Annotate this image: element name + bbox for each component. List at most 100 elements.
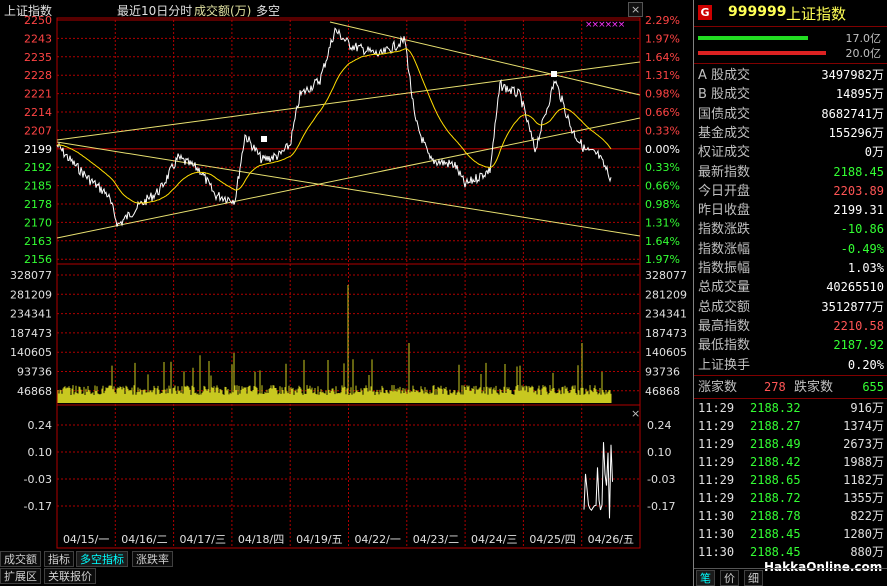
up-count-label: 涨家数 bbox=[698, 380, 738, 395]
volume-tick-label-right: 328077 bbox=[645, 269, 687, 282]
tick-row: 11:29 2188.49 2673万 bbox=[694, 435, 887, 453]
tick-row: 11:30 2188.45 880万 bbox=[694, 543, 887, 561]
volume-bars bbox=[57, 285, 612, 403]
volume-tick-label: 328077 bbox=[10, 269, 52, 282]
stat-value: 40265510 bbox=[826, 280, 884, 295]
stat-value: 2210.58 bbox=[833, 318, 884, 333]
stat-value: 0.20% bbox=[847, 357, 884, 372]
stat-label: 今日开盘 bbox=[698, 183, 751, 199]
stat-value: 0万 bbox=[864, 145, 884, 160]
pct-tick-label: 1.97% bbox=[645, 253, 680, 266]
volume-tick-label-right: 187473 bbox=[645, 327, 687, 340]
chart-area[interactable]: 2250 2.29% 2243 1.97% 2235 1.64% 2228 1.31% 2221… bbox=[0, 0, 692, 586]
tick-row: 11:29 2188.65 1182万 bbox=[694, 471, 887, 489]
tick-row: 11:29 2188.42 1988万 bbox=[694, 453, 887, 471]
tab-bull-bear[interactable]: 多空指标 bbox=[76, 551, 128, 567]
tick-vol: 1374万 bbox=[843, 419, 884, 433]
stat-value: 14895万 bbox=[835, 87, 884, 102]
stat-label: 总成交额 bbox=[698, 299, 751, 315]
stat-row: 权证成交 0万 bbox=[694, 143, 887, 162]
bottom-tab-bar: 笔 价 细 bbox=[694, 568, 887, 586]
stat-value: 3497982万 bbox=[821, 68, 884, 82]
stat-label: 最高指数 bbox=[698, 318, 751, 334]
stat-value: 2187.92 bbox=[833, 338, 884, 353]
stat-row: 基金成交 155296万 bbox=[694, 124, 887, 143]
date-tick-label: 04/16/二 bbox=[121, 533, 167, 546]
date-tick-label: 04/25/四 bbox=[529, 533, 575, 546]
tick-price: 2188.72 bbox=[750, 491, 801, 505]
pct-tick-label: 2.29% bbox=[645, 14, 680, 27]
down-count-value: 655 bbox=[862, 380, 884, 394]
stat-row: B 股成交 14895万 bbox=[694, 85, 887, 104]
volume-amount-label: 成交额(万) bbox=[194, 4, 252, 18]
tab-indicator[interactable]: 指标 bbox=[44, 551, 74, 567]
stat-row: 最新指数 2188.45 bbox=[694, 163, 887, 182]
stat-label: 最低指数 bbox=[698, 338, 751, 354]
stat-label: B 股成交 bbox=[698, 87, 751, 103]
pct-tick-label: 0.98% bbox=[645, 198, 680, 211]
tab-advance-decline[interactable]: 涨跌率 bbox=[132, 551, 173, 567]
volume-tick-label: 46868 bbox=[17, 385, 52, 398]
osc-tick-label-right: 0.10 bbox=[647, 446, 672, 459]
tick-time: 11:29 bbox=[698, 419, 735, 433]
price-tick-label: 2214 bbox=[24, 106, 52, 119]
tick-vol: 1280万 bbox=[843, 527, 884, 541]
tab-details[interactable]: 细 bbox=[744, 570, 763, 586]
stat-label: 国债成交 bbox=[698, 106, 751, 122]
stat-row: 上证换手 0.20% bbox=[694, 356, 887, 375]
tab-trades[interactable]: 笔 bbox=[696, 570, 715, 586]
period-label: 最近10日分时 bbox=[117, 4, 193, 18]
pct-tick-label: 0.98% bbox=[645, 88, 680, 101]
stat-row: 今日开盘 2203.89 bbox=[694, 182, 887, 201]
stat-row: 指数涨跌 -10.86 bbox=[694, 220, 887, 239]
intraday-chart[interactable]: 2250 2.29%2243 1.97%2235 1.64%2228 1.31%2221… bbox=[0, 0, 692, 551]
price-tick-label: 2243 bbox=[24, 32, 52, 45]
tab-turnover[interactable]: 成交额 bbox=[0, 551, 41, 567]
osc-tick-label: -0.03 bbox=[24, 473, 52, 486]
stat-row: 最高指数 2210.58 bbox=[694, 317, 887, 336]
stat-value: -10.86 bbox=[840, 222, 884, 237]
stat-value: 2203.89 bbox=[833, 183, 884, 198]
legend-marker: ×××××× bbox=[585, 20, 625, 30]
stat-value: 8682741万 bbox=[821, 106, 884, 121]
stat-value: 2199.31 bbox=[833, 203, 884, 218]
stat-label: 昨日收盘 bbox=[698, 203, 751, 219]
quote-panel: G 999999 上证指数 17.0亿 20.0亿 A 股成交 3497982万 B… bbox=[693, 0, 887, 586]
trend-line bbox=[329, 21, 641, 96]
stat-value: 3512877万 bbox=[821, 299, 884, 314]
date-tick-label: 04/15/一 bbox=[63, 533, 109, 546]
stat-row: 指数涨幅 -0.49% bbox=[694, 240, 887, 259]
tab-extension-area[interactable]: 扩展区 bbox=[0, 568, 41, 584]
indicator-close-button[interactable]: × bbox=[629, 407, 642, 422]
tab-related-quotes[interactable]: 关联报价 bbox=[44, 568, 96, 584]
tab-prices[interactable]: 价 bbox=[720, 570, 739, 586]
chart-close-button[interactable]: × bbox=[628, 2, 644, 17]
stat-label: 权证成交 bbox=[698, 145, 751, 161]
price-line bbox=[56, 27, 612, 227]
tick-time: 11:30 bbox=[698, 509, 735, 523]
tick-price: 2188.42 bbox=[750, 455, 801, 469]
stat-row: A 股成交 3497982万 bbox=[694, 66, 887, 85]
date-tick-label: 04/18/四 bbox=[238, 533, 284, 546]
divider bbox=[694, 63, 887, 64]
tick-time: 11:29 bbox=[698, 401, 735, 415]
osc-tick-label: 0.10 bbox=[28, 446, 53, 459]
stat-label: 基金成交 bbox=[698, 125, 751, 141]
stat-row: 国债成交 8682741万 bbox=[694, 105, 887, 124]
volume-tick-label-right: 46868 bbox=[645, 385, 680, 398]
volume-tick-label: 93736 bbox=[17, 366, 52, 379]
tick-time: 11:30 bbox=[698, 527, 735, 541]
volume-tick-label-right: 93736 bbox=[645, 366, 680, 379]
buy-volume-bar bbox=[698, 36, 808, 40]
tick-vol: 822万 bbox=[850, 509, 884, 523]
bar2-value: 20.0亿 bbox=[845, 47, 882, 60]
tick-row: 11:30 2188.45 1280万 bbox=[694, 525, 887, 543]
stat-row: 昨日收盘 2199.31 bbox=[694, 201, 887, 220]
price-tick-label: 2163 bbox=[24, 235, 52, 248]
extension-tab-bar: 扩展区 关联报价 bbox=[0, 568, 692, 585]
trend-anchor-marker bbox=[551, 71, 557, 77]
pct-tick-label: 1.31% bbox=[645, 69, 680, 82]
tick-vol: 916万 bbox=[850, 401, 884, 415]
pct-tick-label: 1.64% bbox=[645, 51, 680, 64]
tick-row: 11:29 2188.32 916万 bbox=[694, 399, 887, 417]
